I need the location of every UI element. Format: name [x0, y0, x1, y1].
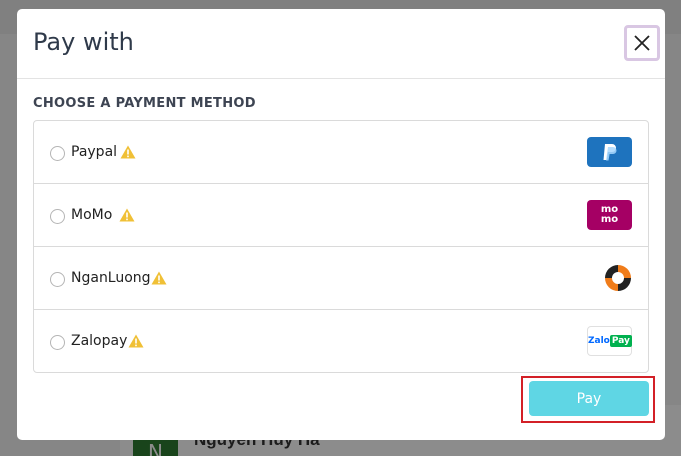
payment-method-momo[interactable]: MoMo mo mo	[34, 184, 648, 247]
method-name-nganluong: NganLuong	[71, 270, 151, 286]
warning-icon	[151, 271, 167, 285]
payment-method-paypal[interactable]: Paypal	[34, 121, 648, 184]
payment-method-list: Paypal MoMo mo mo NganLuong Zalopay Zalo…	[33, 120, 649, 373]
close-icon	[634, 35, 650, 51]
payment-method-nganluong[interactable]: NganLuong	[34, 247, 648, 310]
close-button[interactable]	[624, 25, 660, 61]
payment-method-zalopay[interactable]: Zalopay Zalo Pay	[34, 310, 648, 373]
zalopay-logo-text: Zalo	[588, 336, 610, 346]
zalopay-logo-pay: Pay	[609, 335, 632, 347]
paypal-logo	[587, 137, 632, 167]
modal-title: Pay with	[33, 28, 134, 56]
warning-icon	[128, 334, 144, 348]
momo-logo-text: mo mo	[600, 204, 619, 225]
warning-icon	[120, 145, 136, 159]
radio-zalopay[interactable]	[50, 335, 65, 350]
radio-nganluong[interactable]	[50, 272, 65, 287]
radio-momo[interactable]	[50, 209, 65, 224]
nganluong-logo	[602, 262, 634, 294]
momo-logo: mo mo	[587, 200, 632, 230]
method-name-paypal: Paypal	[71, 144, 118, 160]
zalopay-logo: Zalo Pay	[587, 326, 632, 356]
method-name-zalopay: Zalopay	[71, 333, 128, 349]
section-label: CHOOSE A PAYMENT METHOD	[33, 96, 256, 111]
modal-header: Pay with	[17, 9, 665, 79]
radio-paypal[interactable]	[50, 146, 65, 161]
pay-button[interactable]: Pay	[529, 381, 649, 416]
warning-icon	[119, 208, 135, 222]
method-name-momo: MoMo	[71, 207, 113, 223]
payment-modal: Pay with CHOOSE A PAYMENT METHOD Paypal	[17, 9, 665, 440]
